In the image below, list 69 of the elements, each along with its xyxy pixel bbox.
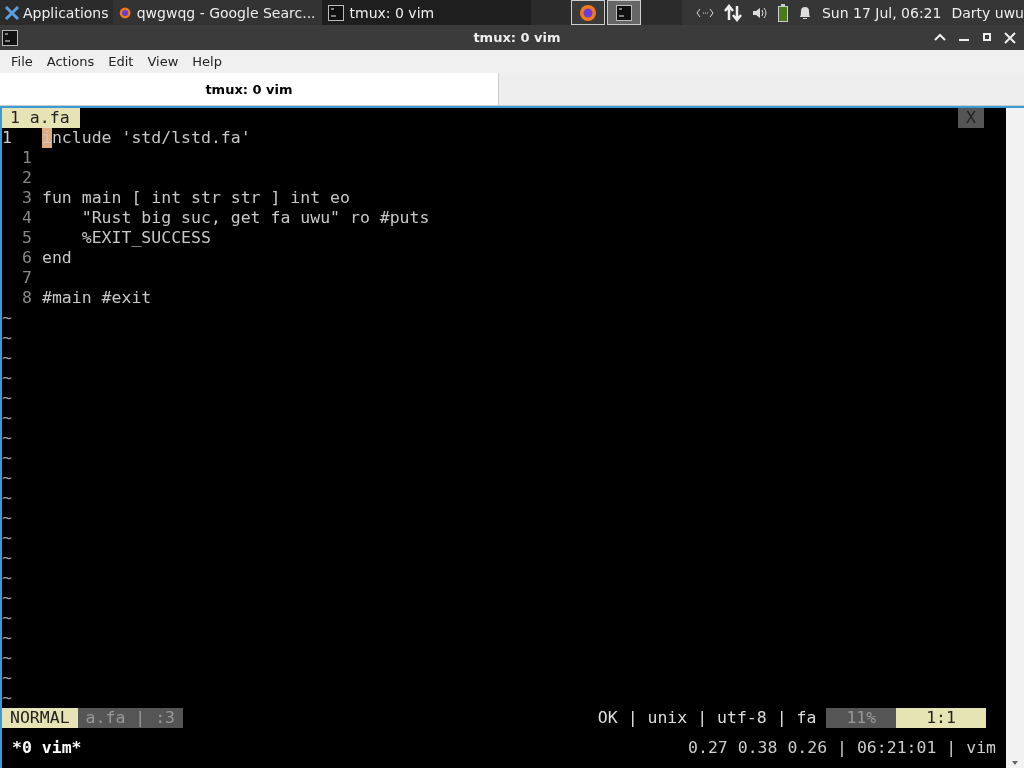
mode-indicator: NORMAL — [2, 708, 78, 728]
bell-icon[interactable] — [797, 4, 812, 21]
code-line: #main #exit — [42, 288, 152, 308]
volume-icon[interactable] — [751, 5, 768, 20]
code-line: fun main [ int str str ] int eo — [42, 188, 350, 208]
taskbar-task[interactable]: tmux: 0 vim — [321, 0, 531, 25]
xfce-logo-icon — [4, 4, 20, 21]
transfer-arrows-icon[interactable] — [723, 3, 742, 22]
applications-menu[interactable]: Applications — [0, 0, 113, 25]
terminal-icon — [2, 29, 18, 46]
terminal-tab[interactable]: tmux: 0 vim — [0, 73, 499, 105]
empty-line-marker: ~ — [2, 368, 12, 388]
scroll-percent: 11% — [826, 708, 897, 728]
empty-line-marker: ~ — [2, 308, 12, 328]
terminal-icon — [327, 4, 344, 21]
empty-line-marker: ~ — [2, 548, 12, 568]
file-format-info: OK | unix | utf-8 | fa — [596, 708, 818, 728]
empty-line-marker: ~ — [2, 388, 12, 408]
empty-line-marker: ~ — [2, 488, 12, 508]
maximize-icon[interactable] — [982, 31, 992, 42]
empty-line-marker: ~ — [2, 648, 12, 668]
launcher-button[interactable] — [606, 0, 641, 25]
browser-icon — [578, 3, 597, 22]
tmux-status: 0.27 0.38 0.26 | 06:21:01 | vim — [688, 738, 996, 758]
menu-item[interactable]: Edit — [101, 54, 141, 69]
line-number: 8 — [21, 288, 33, 308]
empty-line-marker: ~ — [2, 508, 12, 528]
empty-line-marker: ~ — [2, 628, 12, 648]
line-number: 3 — [21, 188, 33, 208]
empty-line-marker: ~ — [2, 528, 12, 548]
line-number: 6 — [21, 248, 33, 268]
empty-line-marker: ~ — [2, 688, 12, 708]
code-line: "Rust big suc, get fa uwu" ro #puts — [80, 208, 430, 228]
line-number: 2 — [21, 168, 33, 188]
line-number: 4 — [21, 208, 33, 228]
file-info: a.fa | :3 — [77, 708, 183, 728]
shade-icon[interactable] — [934, 31, 946, 42]
empty-line-marker: ~ — [2, 468, 12, 488]
battery-icon[interactable] — [777, 3, 788, 22]
user-name[interactable]: Darty uwu — [951, 4, 1024, 21]
line-number: 1 — [21, 148, 33, 168]
cursor-position: 1:1 — [896, 708, 986, 728]
empty-line-marker: ~ — [2, 568, 12, 588]
code-line: %EXIT_SUCCESS — [80, 228, 211, 248]
clock[interactable]: Sun 17 Jul, 06:21 — [821, 4, 942, 21]
line-number: 5 — [21, 228, 33, 248]
terminal-icon — [615, 4, 632, 21]
empty-line-marker: ~ — [2, 428, 12, 448]
empty-line-marker: ~ — [2, 608, 12, 628]
line-number: 1 — [2, 128, 13, 148]
network-icon[interactable] — [695, 7, 714, 18]
close-icon[interactable] — [1004, 31, 1016, 44]
taskbar-task[interactable]: qwgwqg - Google Searc... — [112, 0, 322, 25]
code-line: end — [42, 248, 72, 268]
menu-item[interactable]: Actions — [39, 54, 102, 69]
empty-line-marker: ~ — [2, 668, 12, 688]
launcher-button[interactable] — [570, 0, 605, 25]
empty-line-marker: ~ — [2, 588, 12, 608]
empty-line-marker: ~ — [2, 328, 12, 348]
empty-line-marker: ~ — [2, 348, 12, 368]
line-number: 7 — [21, 268, 33, 288]
empty-line-marker: ~ — [2, 408, 12, 428]
window-title: tmux: 0 vim — [472, 30, 562, 45]
menu-item[interactable]: Help — [185, 54, 229, 69]
vim-tab[interactable]: 1 a.fa — [2, 108, 80, 128]
empty-line-marker: ~ — [2, 448, 12, 468]
tmux-window: *0 vim* — [12, 738, 82, 758]
menu-item[interactable]: File — [4, 54, 40, 69]
menu-item[interactable]: View — [140, 54, 186, 69]
